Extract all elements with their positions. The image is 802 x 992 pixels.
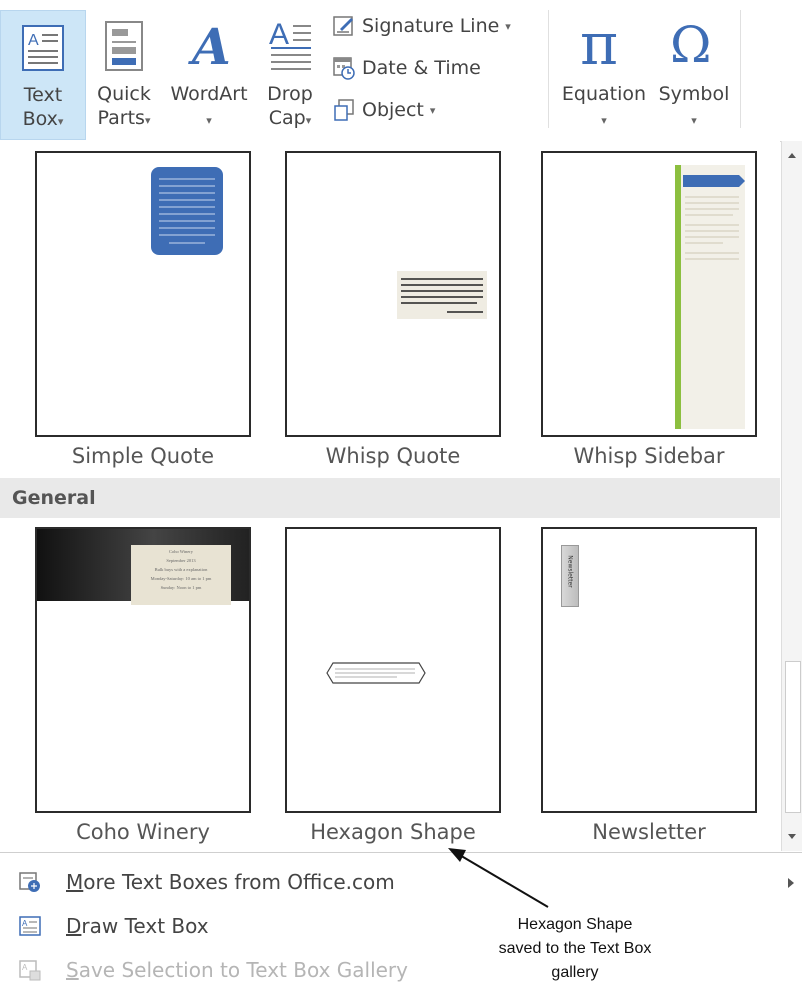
svg-text:A: A (22, 919, 28, 928)
svg-text:Ω: Ω (670, 16, 711, 70)
quick-parts-label-line1: Quick (97, 83, 151, 105)
svg-text:π: π (580, 14, 618, 70)
symbol-button[interactable]: Ω Symbol ▾ (652, 10, 736, 138)
text-box-icon: A (22, 25, 64, 71)
whisp-sidebar-preview (675, 165, 745, 429)
quick-parts-button[interactable]: Quick Parts▾ (88, 10, 160, 138)
equation-label: Equation (561, 83, 647, 105)
coho-thumb-line: Monday-Saturday: 10 am to 1 pm (150, 576, 212, 581)
quick-parts-label-line2: Parts (97, 107, 145, 129)
save-selection-item: A Save Selection to Text Box Gallery (18, 955, 408, 985)
dropdown-arrow-icon: ▾ (691, 114, 697, 127)
signature-line-button[interactable]: Signature Line ▾ (332, 14, 511, 38)
gallery-item-hexagon-shape[interactable] (285, 527, 501, 813)
dropdown-arrow-icon: ▾ (144, 114, 151, 127)
gallery-item-coho-winery[interactable]: Coho Winery September 2013 Bulk buys wit… (35, 527, 251, 813)
calendar-clock-icon (333, 57, 355, 80)
ribbon-group-separator (740, 10, 741, 128)
scroll-up-arrow-icon[interactable] (785, 149, 799, 163)
gallery-item-label: Whisp Sidebar (573, 444, 725, 468)
svg-text:A: A (28, 32, 39, 49)
dropdown-arrow-icon: ▾ (601, 114, 607, 127)
gallery-item-simple-quote[interactable] (35, 151, 251, 437)
dropdown-arrow-icon: ▾ (305, 114, 312, 127)
drop-cap-label-line2: Cap (268, 107, 306, 129)
text-box-label-line1: Text (23, 84, 63, 106)
insert-ribbon: A Text Box▾ Quick Parts▾ A WordArt ▾ A D… (0, 0, 802, 142)
callout-line3: gallery (551, 964, 599, 981)
gallery-item-label: Hexagon Shape (310, 820, 476, 844)
gallery-scrollbar[interactable] (781, 141, 802, 851)
text-box-button[interactable]: A Text Box▾ (0, 10, 86, 140)
submenu-arrow-icon (788, 878, 794, 888)
more-text-boxes-item[interactable]: More Text Boxes from Office.com (18, 867, 395, 897)
simple-quote-preview (151, 167, 223, 255)
wordart-label: WordArt (170, 83, 248, 105)
callout-line2: saved to the Text Box (498, 940, 652, 957)
coho-thumb-line: Coho Winery (168, 549, 194, 554)
dropdown-arrow-icon: ▾ (57, 115, 64, 128)
gallery-item-whisp-quote[interactable] (285, 151, 501, 437)
date-time-button[interactable]: Date & Time (332, 56, 481, 80)
gallery-item-newsletter[interactable]: Newsletter (541, 527, 757, 813)
more-text-boxes-label: More Text Boxes from Office.com (66, 870, 395, 894)
omega-icon: Ω (670, 16, 711, 70)
svg-text:A: A (188, 18, 231, 70)
gallery-menu: More Text Boxes from Office.com A Draw T… (0, 852, 802, 992)
object-icon (334, 99, 354, 121)
object-label: Object (362, 99, 424, 121)
date-time-label: Date & Time (362, 57, 481, 79)
draw-text-box-label: Draw Text Box (66, 914, 209, 938)
gallery-item-label: Newsletter (592, 820, 706, 844)
office-web-icon (19, 872, 40, 892)
hexagon-shape-preview (326, 662, 426, 684)
signature-line-label: Signature Line (362, 15, 500, 37)
symbol-label: Symbol (658, 83, 730, 105)
callout-text: Hexagon Shape saved to the Text Box gall… (470, 913, 680, 985)
svg-text:A: A (269, 18, 289, 51)
scroll-down-arrow-icon[interactable] (785, 829, 799, 843)
draw-text-box-icon: A (19, 916, 41, 936)
coho-thumb-line: Bulk buys with a explanation (154, 567, 208, 572)
section-header-general: General (0, 478, 780, 518)
gallery-item-label: Simple Quote (71, 444, 215, 468)
coho-thumb-line: September 2013 (166, 558, 196, 563)
newsletter-thumb-text: Newsletter (566, 555, 574, 588)
dropdown-arrow-icon: ▾ (505, 19, 511, 33)
drop-cap-label-line1: Drop (267, 83, 313, 105)
dropdown-arrow-icon: ▾ (429, 103, 436, 117)
svg-text:A: A (22, 963, 28, 972)
save-to-gallery-icon: A (19, 960, 41, 981)
drop-cap-button[interactable]: A Drop Cap▾ (258, 10, 322, 138)
text-box-gallery: Simple Quote Whisp Quote Whisp Sidebar G… (0, 141, 780, 851)
equation-button[interactable]: π Equation ▾ (556, 10, 652, 138)
gallery-item-whisp-sidebar[interactable] (541, 151, 757, 437)
pi-icon: π (580, 14, 618, 70)
text-box-label-line2: Box (22, 108, 58, 130)
object-button[interactable]: Object ▾ (332, 98, 435, 122)
ribbon-group-separator (548, 10, 549, 128)
scrollbar-thumb[interactable] (785, 661, 801, 813)
signature-line-icon (333, 16, 353, 36)
drop-cap-icon: A (269, 18, 311, 70)
save-selection-label: Save Selection to Text Box Gallery (66, 958, 408, 982)
callout-line1: Hexagon Shape (517, 916, 633, 933)
gallery-item-label: Whisp Quote (325, 444, 461, 468)
dropdown-arrow-icon: ▾ (206, 114, 212, 127)
wordart-icon: A (188, 18, 231, 70)
gallery-item-label: Coho Winery (76, 820, 210, 844)
draw-text-box-item[interactable]: A Draw Text Box (18, 911, 209, 941)
coho-thumb-line: Sunday: Noon to 1 pm (160, 585, 202, 590)
wordart-button[interactable]: A WordArt ▾ (162, 10, 256, 138)
quick-parts-icon (105, 21, 143, 71)
whisp-quote-preview (397, 271, 487, 319)
